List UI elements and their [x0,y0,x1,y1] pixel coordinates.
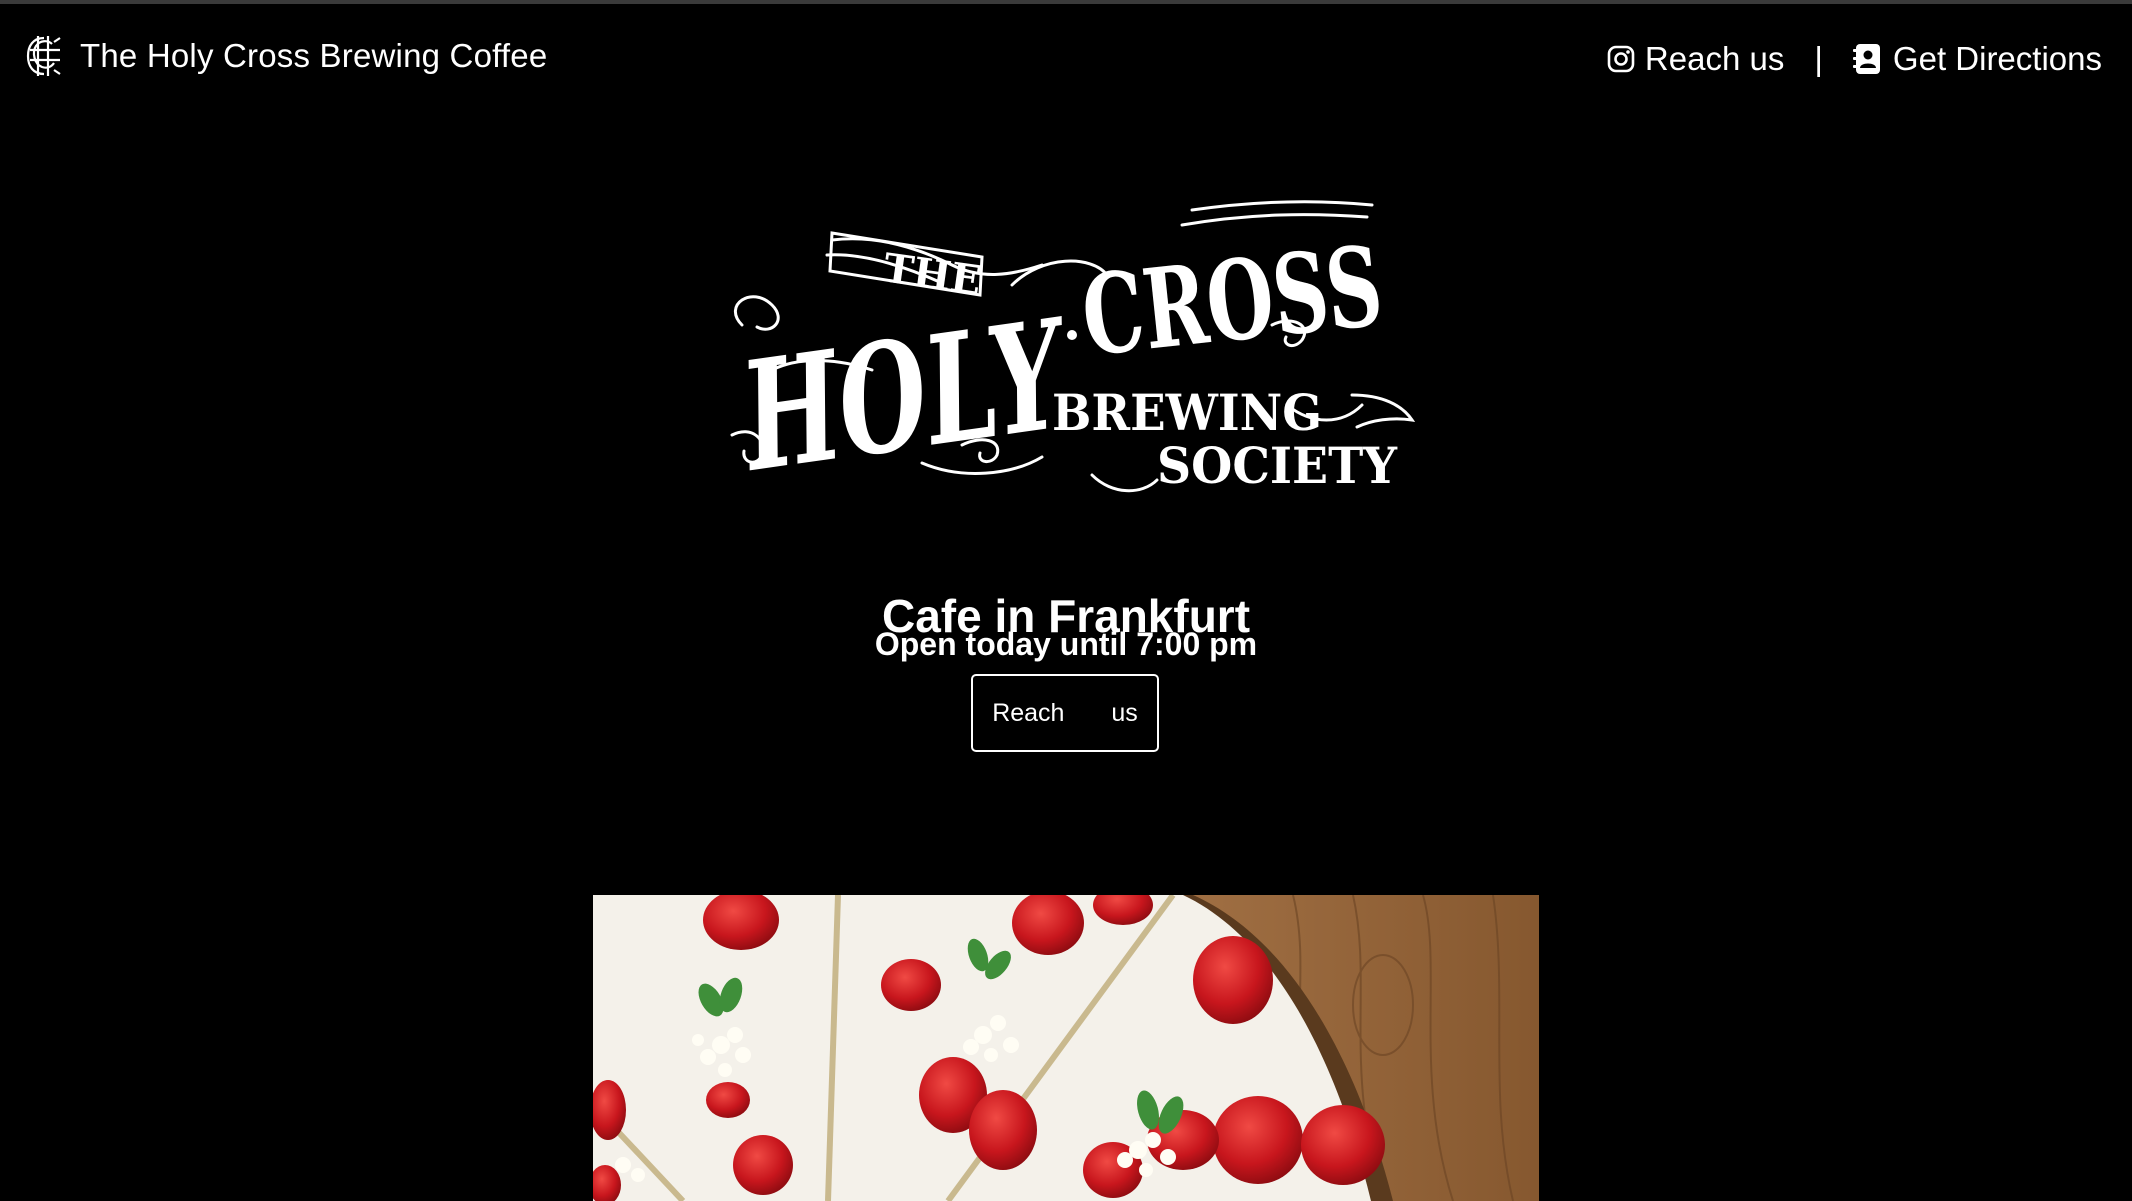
logo-word-society: SOCIETY [1157,436,1398,495]
strawberry-tart-photo [593,895,1539,1201]
holy-cross-brewing-society-logo: THE HOLY CROSS BREWING SOCIETY [730,200,1416,505]
nav-reach-us-label: Reach us [1644,40,1785,77]
contact-card-icon [1852,44,1880,74]
navbar: The Holy Cross Brewing Coffee Reach us |… [0,4,2132,100]
instagram-icon [1607,45,1635,73]
nav-separator: | [1814,40,1823,77]
logo-word-cross: CROSS [1076,221,1388,381]
brand-link[interactable]: The Holy Cross Brewing Coffee [24,28,547,84]
logo-word-brewing: BREWING [1052,383,1322,442]
reach-us-button[interactable]: Reach us [971,674,1159,752]
nav-links: Reach us | Get Directions [1607,32,2102,86]
opening-hours: Open today until 7:00 pm [874,626,1258,662]
nav-get-directions-label: Get Directions [1892,40,2102,77]
nav-reach-us-link[interactable]: Reach us [1607,40,1784,78]
hero-logo: THE HOLY CROSS BREWING SOCIETY [712,195,1420,505]
tart-image [593,895,1539,1201]
brand-name: The Holy Cross Brewing Coffee [80,37,548,74]
nav-get-directions-link[interactable]: Get Directions [1852,40,2102,78]
logo-word-holy: HOLY [730,286,1083,505]
reach-us-button-label: Reach us [992,698,1138,727]
monogram-logo-icon [26,36,61,76]
